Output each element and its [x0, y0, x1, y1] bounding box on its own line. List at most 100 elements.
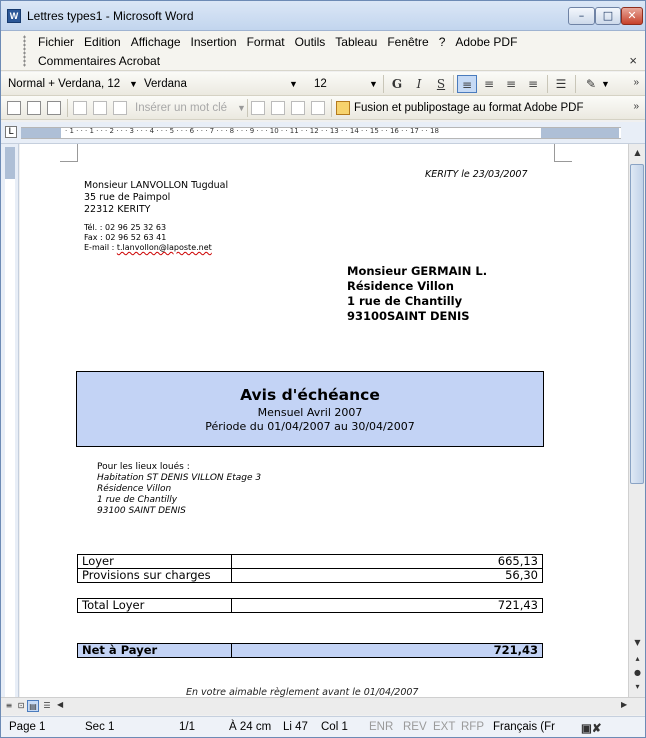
- merge-to-doc-icon[interactable]: [291, 101, 305, 115]
- status-enr[interactable]: ENR: [369, 721, 393, 733]
- merge-field-icon[interactable]: [73, 101, 87, 115]
- size-dropdown[interactable]: 12: [311, 75, 367, 93]
- menu-format[interactable]: Format: [242, 33, 290, 51]
- document-page[interactable]: KERITY le 23/03/2007 Monsieur LANVOLLON …: [20, 144, 628, 697]
- lieux-line: 1 rue de Chantilly: [97, 495, 178, 505]
- size-dropdown-arrow-icon[interactable]: ▼: [369, 75, 378, 93]
- data-source-icon[interactable]: [47, 101, 61, 115]
- maximize-button[interactable]: □: [595, 7, 621, 25]
- scroll-down-icon[interactable]: ▼: [631, 636, 644, 650]
- new-doc-icon[interactable]: [7, 101, 21, 115]
- status-page[interactable]: Page 1: [9, 721, 45, 733]
- recipient-name: Monsieur GERMAIN L.: [347, 264, 488, 278]
- bullet-list-icon[interactable]: ☰: [551, 75, 571, 93]
- view-merged-icon[interactable]: [251, 101, 265, 115]
- table-cell-label: Provisions sur charges: [77, 568, 232, 583]
- bold-button[interactable]: G: [387, 75, 407, 93]
- menu-edition[interactable]: Edition: [79, 33, 126, 51]
- style-dropdown-arrow-icon[interactable]: ▼: [129, 75, 138, 93]
- align-left-icon[interactable]: ≡: [457, 75, 477, 93]
- sender-block: Monsieur LANVOLLON Tugdual 35 rue de Pai…: [84, 180, 228, 253]
- insert-keyword-arrow-icon[interactable]: ▼: [237, 99, 246, 117]
- menu-help[interactable]: ?: [434, 33, 451, 51]
- web-view-icon[interactable]: ⊡: [15, 700, 27, 712]
- toolbar-separator: [247, 99, 248, 117]
- lieux-heading: Pour les lieux loués :: [97, 462, 190, 472]
- sender-tel: Tél. : 02 96 25 32 63: [84, 223, 167, 232]
- envelope-icon[interactable]: [27, 101, 41, 115]
- status-column[interactable]: Col 1: [321, 721, 348, 733]
- table-cell-label: Net à Payer: [77, 643, 232, 658]
- italic-button[interactable]: I: [409, 75, 429, 93]
- avis-periode: Période du 01/04/2007 au 30/04/2007: [205, 420, 415, 433]
- status-line[interactable]: Li 47: [283, 721, 308, 733]
- toolbar-separator: [547, 75, 548, 93]
- horizontal-scrollbar[interactable]: ≡ ⊡ ▤ ☰ ◀ ▶: [1, 697, 645, 715]
- menu-affichage[interactable]: Affichage: [126, 33, 186, 51]
- title-bar[interactable]: W Lettres types1 - Microsoft Word – □ ✕: [1, 1, 645, 31]
- status-pages[interactable]: 1/1: [179, 721, 195, 733]
- word-app-icon[interactable]: W: [7, 9, 21, 23]
- font-dropdown-arrow-icon[interactable]: ▼: [289, 75, 298, 93]
- insert-keyword-button[interactable]: Insérer un mot clé: [135, 99, 227, 117]
- close-button[interactable]: ✕: [621, 7, 643, 25]
- normal-view-icon[interactable]: ≡: [3, 700, 15, 712]
- table-cell-label: Loyer: [77, 554, 232, 569]
- scroll-up-icon[interactable]: ▲: [631, 146, 644, 160]
- toolbar2-overflow-icon[interactable]: »: [633, 102, 639, 112]
- menu-outils[interactable]: Outils: [290, 33, 331, 51]
- align-right-icon[interactable]: ≡: [501, 75, 521, 93]
- font-dropdown[interactable]: Verdana: [141, 75, 291, 93]
- status-language[interactable]: Français (Fr: [493, 721, 555, 733]
- vertical-ruler[interactable]: [1, 144, 19, 697]
- ruler-scale[interactable]: · 1 · · · 1 · · · 2 · · · 3 · · · 4 · · …: [21, 127, 621, 139]
- menu-fenetre[interactable]: Fenêtre: [382, 33, 433, 51]
- menu-insertion[interactable]: Insertion: [186, 33, 242, 51]
- sender-city: 22312 KERITY: [84, 204, 151, 215]
- menu-fichier[interactable]: Fichier: [33, 33, 79, 51]
- address-block-icon[interactable]: [93, 101, 107, 115]
- status-ext[interactable]: EXT: [433, 721, 455, 733]
- table-cell-value: 56,30: [231, 568, 543, 583]
- print-view-icon[interactable]: ▤: [27, 700, 39, 712]
- recipient-block: Monsieur GERMAIN L. Résidence Villon 1 r…: [347, 264, 487, 324]
- vertical-scrollbar[interactable]: ▲ ▼ ▴ ● ▾: [628, 144, 645, 697]
- next-page-icon[interactable]: ▾: [631, 680, 644, 694]
- menu-row-secondary: Commentaires Acrobat: [33, 52, 165, 70]
- adobe-pdf-merge-icon[interactable]: [336, 101, 350, 115]
- fusion-pdf-button[interactable]: Fusion et publipostage au format Adobe P…: [354, 99, 584, 117]
- menu-adobe-pdf[interactable]: Adobe PDF: [450, 33, 522, 51]
- horizontal-ruler[interactable]: L · 1 · · · 1 · · · 2 · · · 3 · · · 4 · …: [1, 122, 645, 144]
- highlight-pen-icon[interactable]: ✎: [581, 75, 601, 93]
- scroll-right-icon[interactable]: ▶: [621, 700, 627, 709]
- status-rev[interactable]: REV: [403, 721, 427, 733]
- sender-street: 35 rue de Paimpol: [84, 192, 171, 203]
- status-rfp[interactable]: RFP: [461, 721, 484, 733]
- document-area[interactable]: KERITY le 23/03/2007 Monsieur LANVOLLON …: [20, 144, 628, 697]
- highlight-dropdown-arrow-icon[interactable]: ▼: [601, 75, 610, 93]
- tab-selector[interactable]: L: [5, 126, 17, 138]
- greeting-line-icon[interactable]: [113, 101, 127, 115]
- document-close-icon[interactable]: ×: [629, 53, 637, 68]
- avis-echeance-box: Avis d'échéance Mensuel Avril 2007 Pério…: [76, 371, 544, 447]
- lieux-line: Résidence Villon: [97, 484, 172, 494]
- spellcheck-book-icon[interactable]: ▣✘: [581, 721, 602, 735]
- first-record-icon[interactable]: [271, 101, 285, 115]
- menu-tableau[interactable]: Tableau: [330, 33, 382, 51]
- toolbar-overflow-icon[interactable]: »: [633, 78, 639, 88]
- scroll-left-icon[interactable]: ◀: [57, 700, 63, 709]
- minimize-button[interactable]: –: [568, 7, 595, 25]
- justify-icon[interactable]: ≡: [523, 75, 543, 93]
- menubar-grip[interactable]: [23, 35, 26, 67]
- align-center-icon[interactable]: ≡: [479, 75, 499, 93]
- merge-to-printer-icon[interactable]: [311, 101, 325, 115]
- browse-object-icon[interactable]: ●: [631, 666, 644, 680]
- status-section[interactable]: Sec 1: [85, 721, 114, 733]
- status-position[interactable]: À 24 cm: [229, 721, 271, 733]
- prev-page-icon[interactable]: ▴: [631, 652, 644, 666]
- outline-view-icon[interactable]: ☰: [41, 700, 53, 712]
- underline-button[interactable]: S: [431, 75, 451, 93]
- style-dropdown[interactable]: Normal + Verdana, 12: [5, 75, 123, 93]
- scroll-thumb[interactable]: [630, 164, 644, 484]
- menu-commentaires-acrobat[interactable]: Commentaires Acrobat: [33, 52, 165, 70]
